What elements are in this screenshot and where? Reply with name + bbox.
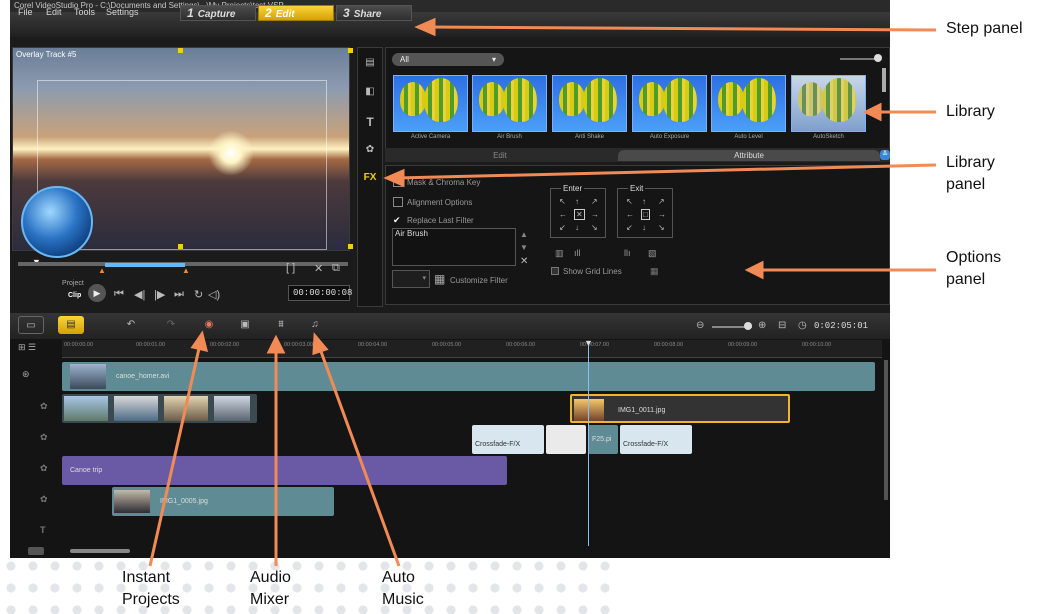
audio-mixer-arrowhead <box>266 334 286 354</box>
auto-music-arrow <box>317 345 401 567</box>
instant-projects-arrowhead <box>190 330 209 353</box>
callout-auto-music: Auto Music <box>382 569 424 608</box>
instant-projects-arrow <box>148 343 202 567</box>
callout-audio-mixer: Audio Mixer <box>250 569 291 608</box>
callout-arrow-group <box>148 17 937 567</box>
library-arrowhead <box>862 102 882 122</box>
callout-arrows <box>148 17 937 567</box>
library-panel-arrowhead <box>383 168 405 188</box>
library-panel-arrow <box>396 163 937 180</box>
auto-music-arrowhead <box>312 332 329 356</box>
callout-library: Library <box>946 103 995 120</box>
callout-step-panel: Step panel <box>946 20 1023 37</box>
callout-options-panel: Options panel <box>946 249 1002 288</box>
options-panel-arrowhead <box>744 260 764 280</box>
callout-instant-projects: Instant Projects <box>122 569 180 608</box>
step-panel-arrowhead <box>414 17 436 37</box>
callout-library-panel: Library panel <box>946 154 995 193</box>
step-panel-arrow <box>427 25 937 32</box>
